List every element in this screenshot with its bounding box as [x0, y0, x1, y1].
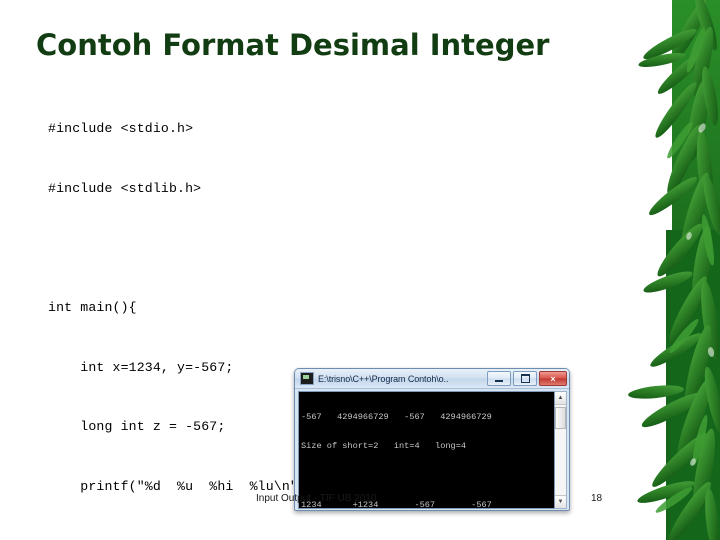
console-window[interactable]: E:\trisno\C++\Program Contoh\o.. × -567 …: [294, 368, 570, 511]
console-app-icon: [300, 372, 314, 385]
slide-canvas: Contoh Format Desimal Integer #include <…: [0, 0, 720, 540]
code-line: #include <stdlib.h>: [48, 180, 202, 196]
console-title-text: E:\trisno\C++\Program Contoh\o..: [318, 373, 449, 384]
code-line: #include <stdio.h>: [48, 120, 194, 136]
scrollbar-thumb[interactable]: [555, 407, 566, 429]
scroll-down-icon[interactable]: ▼: [555, 495, 566, 508]
minimize-icon: [495, 379, 503, 382]
minimize-button[interactable]: [487, 371, 511, 386]
scroll-up-icon[interactable]: ▲: [555, 392, 566, 405]
console-scrollbar[interactable]: ▲ ▼: [554, 391, 567, 509]
maximize-icon: [520, 374, 530, 383]
maximize-button[interactable]: [513, 371, 537, 386]
close-icon: ×: [550, 373, 556, 384]
footer-label: Input Output - TIF UB 2010: [256, 493, 377, 504]
console-titlebar[interactable]: E:\trisno\C++\Program Contoh\o.. ×: [295, 369, 569, 389]
page-number: 18: [591, 493, 603, 504]
console-line: Size of short=2 int=4 long=4: [301, 440, 467, 451]
close-button[interactable]: ×: [539, 371, 567, 386]
console-output: -567 4294966729 -567 4294966729 Size of …: [298, 391, 554, 509]
scrollbar-track[interactable]: [555, 405, 566, 495]
console-line: -567 4294966729 -567 4294966729: [301, 411, 492, 422]
code-line: int main(){: [48, 299, 137, 315]
page-title: Contoh Format Desimal Integer: [36, 28, 550, 62]
